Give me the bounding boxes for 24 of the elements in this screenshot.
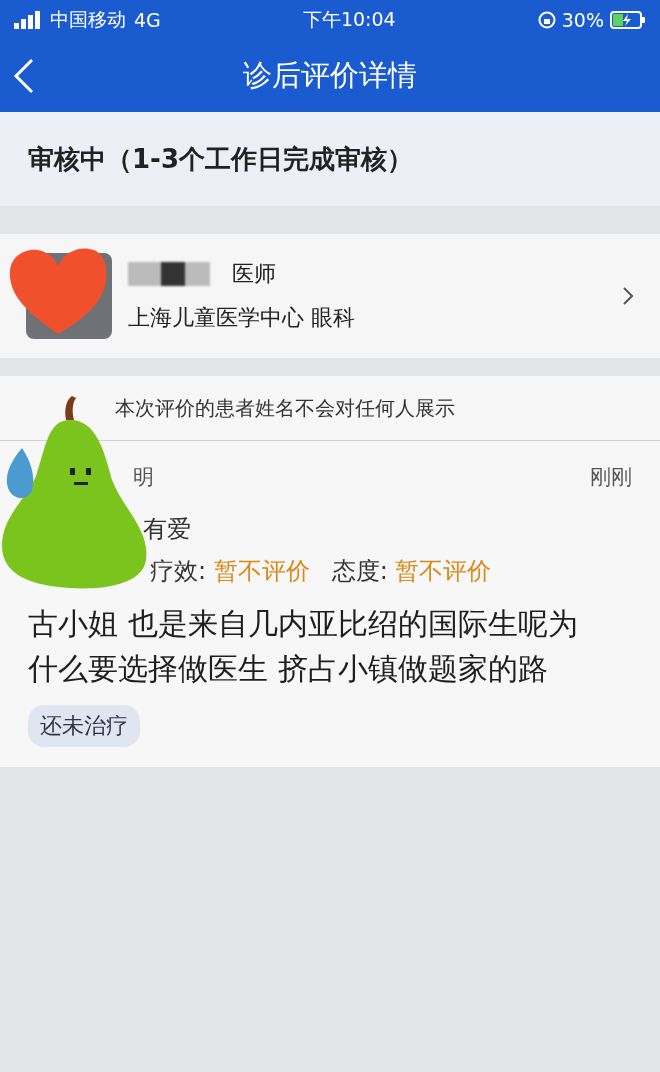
signal-icon: [14, 11, 42, 29]
chevron-right-icon: [622, 286, 634, 306]
network-type: 4G: [134, 9, 161, 31]
back-button[interactable]: [12, 58, 36, 94]
rating-label: 态度:: [331, 557, 388, 585]
review-comment: 古小姐 也是来自几内亚比绍的国际生呢为什么要选择做医生 挤占小镇做题家的路: [28, 605, 579, 688]
rating-value: 暂不评价: [395, 557, 492, 585]
treatment-tag: 还未治疗: [28, 705, 140, 747]
reviewer-name: 明: [133, 464, 154, 491]
rating-label: 疗效:: [150, 557, 207, 585]
doctor-card[interactable]: 医师 上海儿童医学中心 眼科: [0, 234, 660, 358]
review-status: 审核中（1-3个工作日完成审核）: [28, 142, 413, 176]
review-subtitle: 有爱: [143, 515, 191, 543]
clock: 下午10:04: [302, 7, 396, 32]
rating-value: 暂不评价: [213, 557, 310, 585]
page-title: 诊后评价详情: [243, 57, 417, 94]
privacy-notice: 本次评价的患者姓名不会对任何人展示: [115, 394, 455, 422]
battery-icon: [610, 11, 646, 29]
carrier-name: 中国移动: [50, 7, 126, 32]
doctor-title: 医师: [232, 260, 276, 288]
review-time: 刚刚: [590, 464, 632, 491]
battery-percent: 30%: [561, 9, 604, 31]
lock-rotation-icon: [537, 11, 556, 29]
hospital-department: 上海儿童医学中心 眼科: [128, 304, 356, 332]
